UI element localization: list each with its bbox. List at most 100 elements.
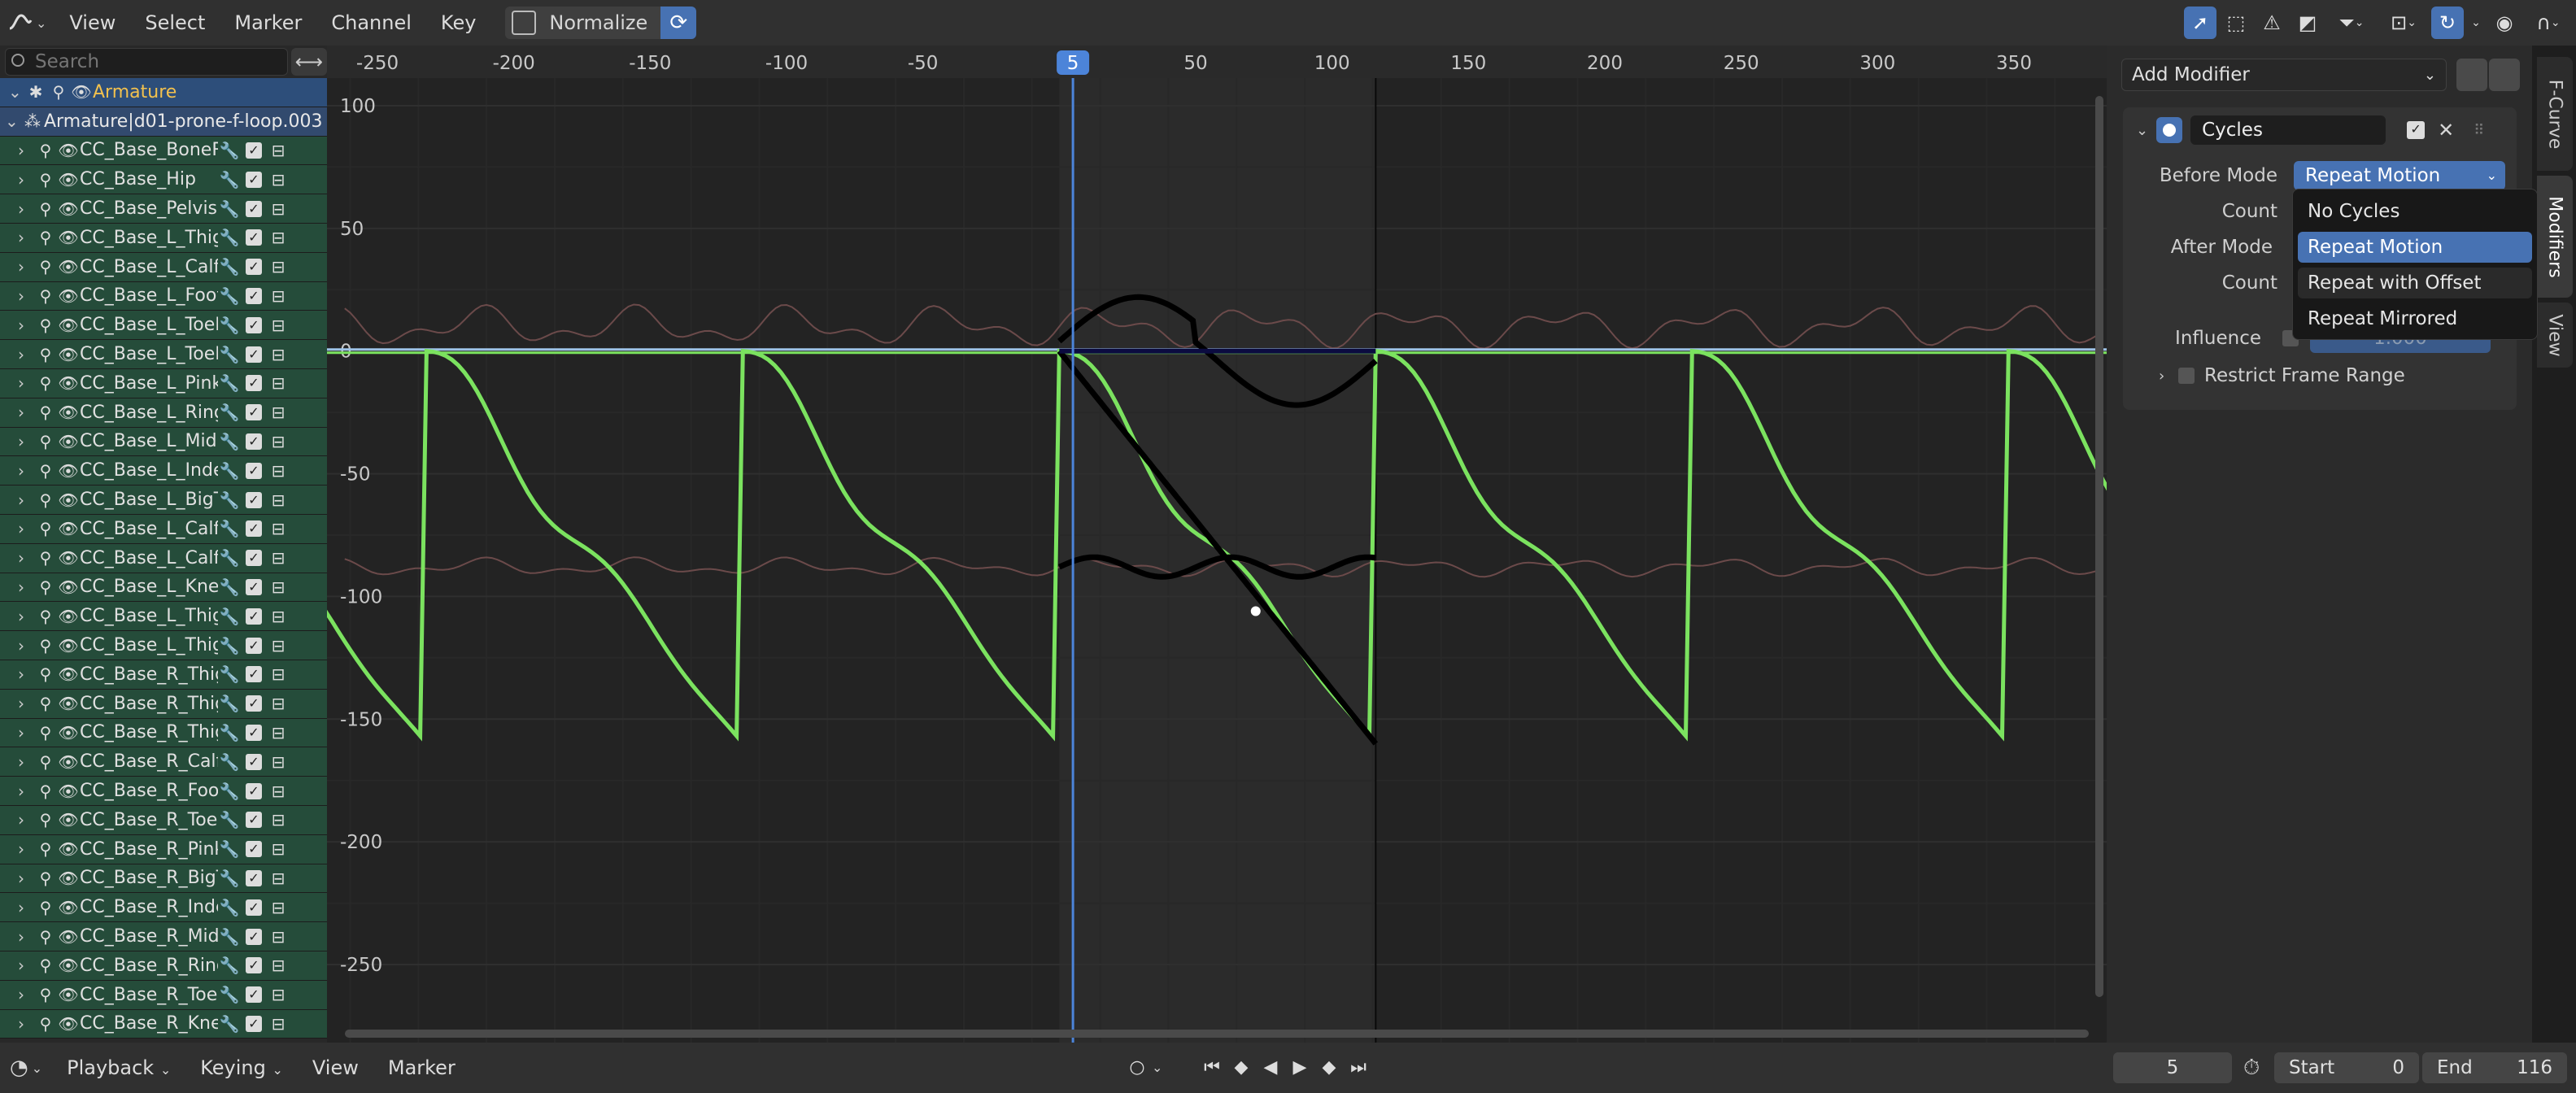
chevron-down-icon[interactable]: ⌄ xyxy=(5,111,21,131)
mute-checkbox[interactable]: ✓ xyxy=(246,520,262,538)
mute-checkbox[interactable]: ✓ xyxy=(246,899,262,916)
lock-icon[interactable]: ⊟ xyxy=(267,373,290,393)
chevron-right-icon[interactable]: › xyxy=(18,694,34,713)
wrench-icon[interactable]: 🔧 xyxy=(218,694,241,713)
mute-checkbox[interactable]: ✓ xyxy=(246,550,262,567)
chevron-right-icon[interactable]: › xyxy=(18,373,34,393)
mute-checkbox[interactable]: ✓ xyxy=(246,433,262,450)
eye-icon[interactable]: 👁 xyxy=(57,782,80,801)
end-frame-field[interactable]: End 116 xyxy=(2422,1052,2567,1083)
mute-checkbox[interactable]: ✓ xyxy=(246,491,262,508)
channel-group-row[interactable]: ›⚲👁CC_Base_L_ToeBaseShareBone🔧 ✓ ⊟ xyxy=(0,340,327,369)
pin-icon[interactable]: ⚲ xyxy=(34,461,57,481)
play-reverse-button[interactable]: ◀ xyxy=(1256,1052,1285,1082)
record-button[interactable]: ○ xyxy=(1122,1052,1152,1082)
lock-icon[interactable]: ⊟ xyxy=(267,199,290,219)
chevron-down-icon[interactable]: ⌄ xyxy=(2136,122,2148,139)
mute-checkbox[interactable]: ✓ xyxy=(246,607,262,625)
menu-playback[interactable]: Playback ⌄ xyxy=(52,1056,185,1079)
chevron-right-icon[interactable]: › xyxy=(18,490,34,510)
channel-group-row[interactable]: ›⚲👁CC_Base_R_ToeBase🔧 ✓ ⊟ xyxy=(0,805,327,835)
timeline-editor-type[interactable]: ◔ ⌄ xyxy=(0,1056,52,1080)
chevron-right-icon[interactable]: › xyxy=(2159,368,2164,385)
wrench-icon[interactable]: 🔧 xyxy=(218,519,241,538)
lock-icon[interactable]: ⊟ xyxy=(267,228,290,247)
chevron-right-icon[interactable]: › xyxy=(18,985,34,1004)
channel-group-row[interactable]: ›⚲👁CC_Base_L_Thigh🔧 ✓ ⊟ xyxy=(0,223,327,253)
restrict-checkbox[interactable] xyxy=(2178,368,2195,384)
start-frame-field[interactable]: Start 0 xyxy=(2274,1052,2419,1083)
channel-group-row[interactable]: ›⚲👁CC_Base_L_ThighTwist02🔧 ✓ ⊟ xyxy=(0,631,327,660)
chevron-right-icon[interactable]: › xyxy=(18,141,34,160)
wrench-icon[interactable]: 🔧 xyxy=(218,577,241,597)
wrench-icon[interactable]: 🔧 xyxy=(218,170,241,189)
chevron-right-icon[interactable]: › xyxy=(18,782,34,801)
pin-icon[interactable]: ⚲ xyxy=(34,985,57,1004)
horizontal-scrollbar[interactable] xyxy=(345,1030,2089,1038)
pin-icon[interactable]: ⚲ xyxy=(34,257,57,277)
pin-icon[interactable]: ⚲ xyxy=(34,839,57,859)
eye-icon[interactable]: 👁 xyxy=(57,1014,80,1034)
wrench-icon[interactable]: 🔧 xyxy=(218,432,241,451)
mute-checkbox[interactable]: ✓ xyxy=(246,869,262,886)
chevron-right-icon[interactable]: › xyxy=(18,286,34,306)
editor-type-button[interactable]: ⌄ xyxy=(0,0,54,46)
modifier-enable-checkbox[interactable]: ✓ xyxy=(2407,121,2426,139)
normalize-button[interactable]: Normalize xyxy=(505,7,661,39)
mute-checkbox[interactable]: ✓ xyxy=(246,346,262,363)
mute-checkbox[interactable]: ✓ xyxy=(246,928,262,945)
menu-keying[interactable]: Keying ⌄ xyxy=(185,1056,298,1079)
pin-icon[interactable]: ⚲ xyxy=(34,577,57,597)
eye-icon[interactable]: 👁 xyxy=(57,316,80,335)
lock-icon[interactable]: ⊟ xyxy=(267,170,290,189)
chevron-right-icon[interactable]: › xyxy=(18,461,34,481)
eye-icon[interactable]: 👁 xyxy=(57,752,80,772)
lock-icon[interactable]: ⊟ xyxy=(267,1014,290,1034)
channel-group-row[interactable]: ›⚲👁CC_Base_L_Index🔧 ✓ ⊟ xyxy=(0,456,327,486)
lock-icon[interactable]: ⊟ xyxy=(267,577,290,597)
mute-checkbox[interactable]: ✓ xyxy=(246,287,262,304)
channel-group-row[interactable]: › ⚲ 👁 CC_Base_Pelvis 🔧 ✓ ⊟ xyxy=(0,194,327,224)
channel-group-row[interactable]: › ⚲ 👁 CC_Base_L_Calf 🔧 ✓ ⊟ xyxy=(0,252,327,282)
channel-group-row[interactable]: ›⚲👁CC_Base_BoneRoot🔧 ✓ ⊟ xyxy=(0,136,327,166)
mute-checkbox[interactable]: ✓ xyxy=(246,841,262,858)
channel-group-row[interactable]: › ⚲ 👁 CC_Base_L_Pinky 🔧 ✓ ⊟ xyxy=(0,368,327,398)
channel-group-row[interactable]: › ⚲ 👁 CC_Base_L_Mid 🔧 ✓ ⊟ xyxy=(0,427,327,457)
lock-icon[interactable]: ⊟ xyxy=(267,257,290,277)
mute-checkbox[interactable]: ✓ xyxy=(246,404,262,421)
mute-checkbox[interactable]: ✓ xyxy=(246,812,262,829)
pin-icon[interactable]: ⚲ xyxy=(34,694,57,713)
lock-icon[interactable]: ⊟ xyxy=(267,752,290,772)
lock-icon[interactable]: ⊟ xyxy=(267,607,290,626)
chevron-right-icon[interactable]: › xyxy=(18,956,34,975)
menu-select[interactable]: Select xyxy=(130,0,220,46)
wrench-icon[interactable]: 🔧 xyxy=(218,752,241,772)
channel-group-row[interactable]: › ⚲ 👁 CC_Base_R_Mid 🔧 ✓ ⊟ xyxy=(0,922,327,951)
stopwatch-icon[interactable]: ⏱ xyxy=(2243,1056,2260,1081)
pin-icon[interactable]: ⚲ xyxy=(34,927,57,947)
chevron-right-icon[interactable]: › xyxy=(18,607,34,626)
mute-checkbox[interactable]: ✓ xyxy=(246,637,262,654)
lock-icon[interactable]: ⊟ xyxy=(267,403,290,422)
falloff-dropdown[interactable]: ∩ ⌄ xyxy=(2524,7,2573,39)
pin-icon[interactable]: ⚲ xyxy=(34,199,57,219)
wrench-icon[interactable]: 🔧 xyxy=(218,228,241,247)
lock-icon[interactable]: ⊟ xyxy=(267,839,290,859)
mute-checkbox[interactable]: ✓ xyxy=(246,666,262,683)
pin-icon[interactable]: ⚲ xyxy=(34,345,57,364)
copy-modifiers-button[interactable] xyxy=(2456,59,2487,91)
pin-icon[interactable]: ⚲ xyxy=(34,316,57,335)
channel-object-row[interactable]: ⌄ ✱ ⚲ 👁 Armature xyxy=(0,78,327,107)
lock-icon[interactable]: ⊟ xyxy=(267,694,290,713)
pin-icon[interactable]: ⚲ xyxy=(34,373,57,393)
pin-icon[interactable]: ⚲ xyxy=(34,607,57,626)
eye-icon[interactable]: 👁 xyxy=(57,839,80,859)
paste-modifiers-button[interactable] xyxy=(2489,59,2520,91)
mute-checkbox[interactable]: ✓ xyxy=(246,957,262,974)
channel-group-row[interactable]: › ⚲ 👁 CC_Base_R_Foot 🔧 ✓ ⊟ xyxy=(0,777,327,806)
pin-icon[interactable]: ⚲ xyxy=(34,723,57,742)
channel-action-row[interactable]: ⌄ ⁂ Armature|d01-prone-f-loop.003 xyxy=(0,107,327,137)
add-modifier-dropdown[interactable]: Add Modifier ⌄ xyxy=(2121,59,2447,91)
eye-icon[interactable]: 👁 xyxy=(57,548,80,568)
pin-icon[interactable]: ⚲ xyxy=(34,432,57,451)
